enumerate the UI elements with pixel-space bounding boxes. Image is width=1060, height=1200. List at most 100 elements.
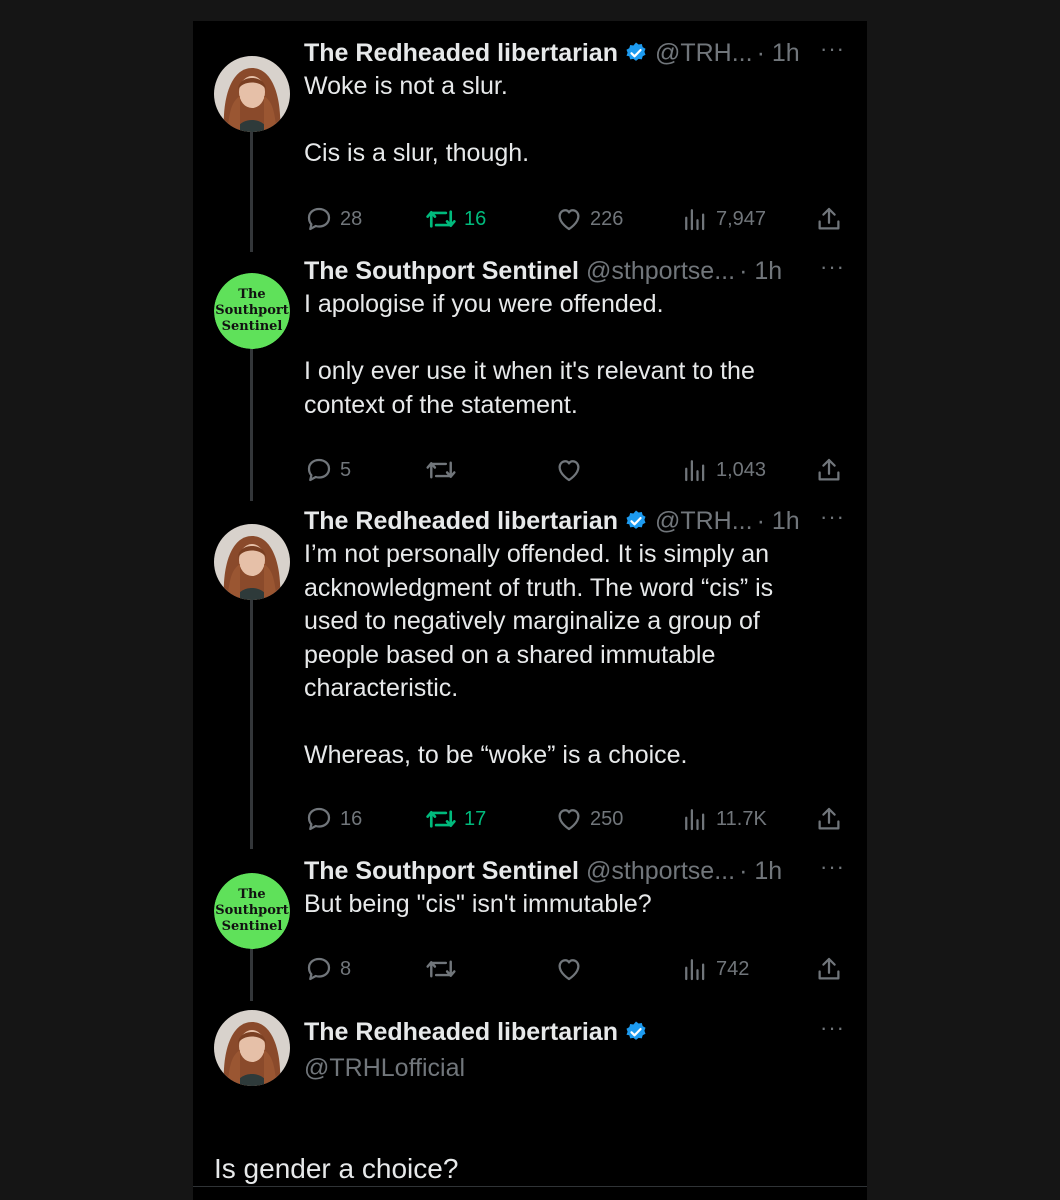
action-bar: 16 17 250 11.7K [304,804,844,834]
avatar[interactable] [214,1010,290,1086]
views-icon [685,959,705,981]
repost-icon [426,210,456,228]
like-button[interactable]: 226 [554,204,623,234]
verified-badge-icon [624,1020,648,1044]
views-button[interactable]: 7,947 [680,204,766,234]
more-options-icon[interactable]: ··· [820,256,845,278]
author-name[interactable]: The Southport Sentinel [304,257,579,286]
reply-button[interactable]: 28 [304,204,362,234]
avatar[interactable] [214,56,290,132]
like-button[interactable]: 250 [554,804,623,834]
reply-icon [307,957,331,981]
views-button[interactable]: 742 [680,954,749,984]
action-bar: 5 1,043 [304,455,844,485]
main-tweet-text: Is gender a choice? [214,1153,459,1184]
author-handle[interactable]: @sthportse... [586,257,735,286]
reply-count: 5 [340,458,352,481]
sentinel-logo-line: The [238,887,265,902]
verified-badge-icon [624,41,648,65]
share-button[interactable] [814,954,844,984]
more-options-icon[interactable]: ··· [820,506,845,528]
divider [193,1186,867,1187]
author-name[interactable]: The Redheaded libertarian [304,1018,618,1047]
views-icon [685,809,705,831]
repost-icon [426,461,456,479]
timestamp[interactable]: · 1h [739,857,782,886]
repost-button[interactable] [424,455,464,485]
reply-button[interactable]: 8 [304,954,351,984]
author-name[interactable]: The Southport Sentinel [304,857,579,886]
share-icon [818,207,840,230]
timestamp[interactable]: · 1h [757,507,800,536]
view-count: 11.7K [716,807,767,830]
author-handle[interactable]: @TRHLofficial [304,1054,465,1083]
more-options-icon[interactable]: ··· [820,1017,845,1039]
repost-icon [426,810,456,828]
repost-count: 17 [464,807,487,830]
thread-connector [250,124,253,252]
verified-badge-icon [624,509,648,533]
view-count: 742 [716,957,750,980]
heart-icon [558,209,580,231]
views-icon [685,209,705,231]
reply-icon [307,207,331,231]
like-count: 250 [590,807,624,830]
tweet-paragraph: Woke is not a slur. [304,72,508,100]
timestamp[interactable]: · 1h [757,39,800,68]
reply-count: 16 [340,807,363,830]
tweet-paragraph: But being "cis" isn't immutable? [304,890,652,918]
author-handle[interactable]: @sthportse... [586,857,735,886]
thread-connector [250,591,253,849]
tweet-text: Woke is not a slur. Cis is a slur, thoug… [304,70,824,171]
avatar[interactable] [214,524,290,600]
repost-button[interactable] [424,954,464,984]
heart-icon [558,959,580,981]
thread-panel: The Redheaded libertarian @TRH... · 1h ·… [193,21,867,1200]
like-button[interactable] [554,455,590,485]
reply-button[interactable]: 5 [304,455,351,485]
avatar[interactable]: The Southport Sentinel [214,273,290,349]
tweet-text: But being "cis" isn't immutable? [304,888,824,922]
repost-button[interactable]: 17 [424,804,486,834]
share-icon [818,807,840,830]
tweet-paragraph: Whereas, to be “woke” is a choice. [304,741,688,769]
reply-count: 8 [340,957,352,980]
sentinel-logo-line: Sentinel [222,919,283,934]
reply-icon [307,458,331,482]
sentinel-logo-line: The [238,287,265,302]
author-handle[interactable]: @TRH... [655,507,753,536]
thread-connector [250,341,253,501]
tweet-paragraph: I only ever use it when it's relevant to… [304,357,755,419]
repost-button[interactable]: 16 [424,204,486,234]
share-button[interactable] [814,204,844,234]
action-bar: 8 742 [304,954,844,984]
heart-icon [558,460,580,482]
more-options-icon[interactable]: ··· [820,38,845,60]
share-icon [818,957,840,980]
reply-button[interactable]: 16 [304,804,362,834]
action-bar: 28 16 226 7,947 [304,204,844,234]
avatar[interactable]: The Southport Sentinel [214,873,290,949]
share-button[interactable] [814,455,844,485]
thread-connector [250,941,253,1001]
like-count: 226 [590,207,624,230]
share-icon [818,458,840,481]
view-count: 1,043 [716,458,767,481]
heart-icon [558,809,580,831]
sentinel-logo-line: Southport [215,303,289,318]
author-handle[interactable]: @TRH... [655,39,753,68]
tweet-paragraph: Cis is a slur, though. [304,139,530,167]
author-name[interactable]: The Redheaded libertarian [304,507,618,536]
share-button[interactable] [814,804,844,834]
tweet-paragraph: I apologise if you were offended. [304,290,664,318]
more-options-icon[interactable]: ··· [820,856,845,878]
tweet-text: I’m not personally offended. It is simpl… [304,538,824,773]
like-button[interactable] [554,954,590,984]
views-button[interactable]: 1,043 [680,455,766,485]
timestamp[interactable]: · 1h [739,257,782,286]
views-button[interactable]: 11.7K [680,804,767,834]
sentinel-logo-line: Sentinel [222,319,283,334]
author-name[interactable]: The Redheaded libertarian [304,39,618,68]
tweet-paragraph: I’m not personally offended. It is simpl… [304,540,774,702]
repost-icon [426,960,456,978]
